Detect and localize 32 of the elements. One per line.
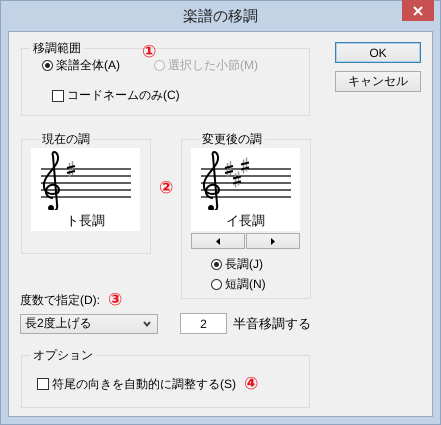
checkbox[interactable] [52,90,64,102]
callout-number: ④ [244,375,258,393]
callout-number: ① [142,43,156,61]
interval-dropdown[interactable]: 長2度上げる [20,314,158,334]
radio-option[interactable]: 短調(N) [211,277,301,292]
callout-number: ② [159,179,174,197]
close-icon [413,6,423,16]
callout-number: ③ [108,291,122,309]
dialog-button[interactable]: OK [335,42,421,63]
group-title: 移調範囲 [32,41,82,55]
semitone-input[interactable]: 2 [180,313,227,334]
field-label: 半音移調する [233,314,311,332]
key-name: ト長調 [66,212,105,230]
radio-option[interactable]: 長調(J) [211,257,301,272]
radio-indicator[interactable] [42,60,53,71]
field-label: 度数で指定(D): [20,292,100,308]
group-title: 変更後の調 [201,132,263,146]
window-title: 楽譜の移調 [183,7,258,26]
dialog-button[interactable]: キャンセル [335,71,421,92]
radio-indicator[interactable] [211,259,222,270]
close-button[interactable] [402,0,434,21]
triangle-left-icon [216,238,220,244]
checkbox-option[interactable]: コードネームのみ(C) [52,88,309,103]
key-name: イ長調 [226,212,265,230]
chevron-down-icon [143,320,151,326]
group-title: オプション [32,348,94,362]
group-title: 現在の調 [41,132,91,146]
radio-indicator[interactable] [211,279,222,290]
checkbox[interactable] [37,378,49,390]
checkbox-option[interactable]: 符尾の向きを自動的に調整する(S) [37,376,236,392]
triangle-right-icon [271,238,275,244]
radio-option[interactable]: 楽譜全体(A) [42,58,120,73]
